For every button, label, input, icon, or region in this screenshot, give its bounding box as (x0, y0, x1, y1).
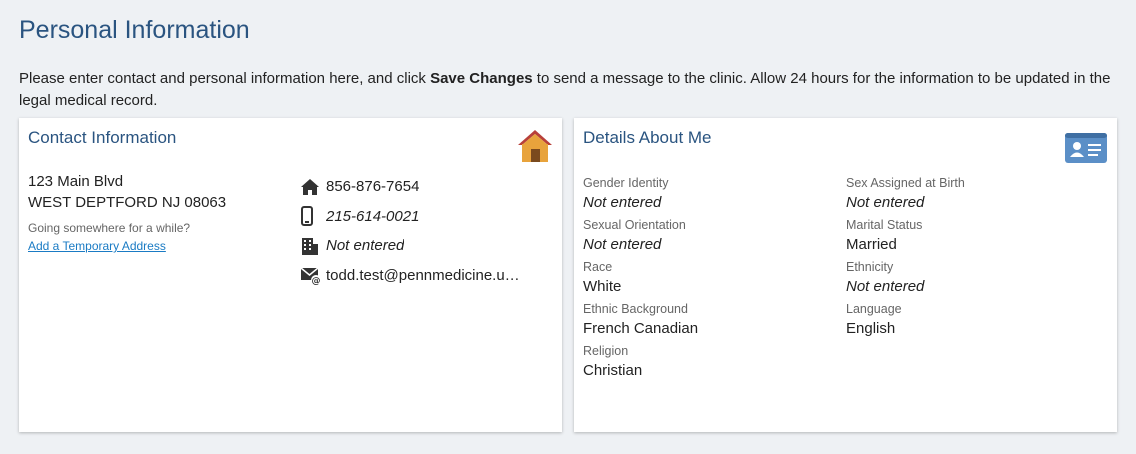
work-phone-icon (300, 235, 322, 257)
gender-identity-label: Gender Identity (583, 176, 669, 190)
contact-information-card[interactable]: Contact Information 123 Main Blvd WEST D… (19, 118, 562, 432)
email-row[interactable]: @ todd.test@pennmedicine.u… (300, 261, 560, 291)
ethnic-background-value: French Canadian (583, 320, 699, 337)
language-value: English (846, 320, 896, 337)
religion-field: Religion Christian (583, 342, 833, 382)
mobile-phone-row[interactable]: 215-614-0021 (300, 202, 560, 232)
details-card-title: Details About Me (583, 128, 712, 147)
home-address: 123 Main Blvd WEST DEPTFORD NJ 08063 (28, 171, 226, 213)
ethnicity-value: Not entered (846, 278, 925, 295)
email-icon: @ (300, 264, 322, 286)
sex-assigned-field: Sex Assigned at Birth Not entered (846, 174, 1096, 214)
home-phone-icon (300, 176, 322, 198)
intro-text: Please enter contact and personal inform… (19, 68, 1119, 112)
marital-status-field: Marital Status Married (846, 216, 1096, 256)
language-field: Language English (846, 300, 1096, 340)
details-about-me-card[interactable]: Details About Me Gender Identity Not ent… (574, 118, 1117, 432)
intro-before: Please enter contact and personal inform… (19, 70, 431, 87)
intro-save-changes: Save Changes (430, 70, 533, 87)
race-label: Race (583, 260, 613, 274)
ethnic-background-field: Ethnic Background French Canadian (583, 300, 833, 340)
mobile-phone-value: 215-614-0021 (326, 207, 420, 225)
ethnicity-field: Ethnicity Not entered (846, 258, 1096, 298)
home-phone-value: 856-876-7654 (326, 178, 420, 196)
house-icon (516, 128, 554, 164)
home-phone-row[interactable]: 856-876-7654 (300, 172, 560, 202)
add-temporary-address-link[interactable]: Add a Temporary Address (28, 239, 166, 253)
marital-status-value: Married (846, 236, 897, 253)
sexual-orientation-field: Sexual Orientation Not entered (583, 216, 833, 256)
work-phone-row[interactable]: Not entered (300, 231, 560, 261)
marital-status-label: Marital Status (846, 218, 923, 232)
address-line-1: 123 Main Blvd (28, 173, 124, 190)
page-title: Personal Information (19, 16, 250, 44)
address-line-2: WEST DEPTFORD NJ 08063 (28, 194, 227, 211)
temporary-address-prompt: Going somewhere for a while? (28, 221, 191, 235)
sexual-orientation-value: Not entered (583, 236, 662, 253)
race-value: White (583, 278, 622, 295)
id-card-icon (1065, 133, 1107, 163)
gender-identity-value: Not entered (583, 194, 662, 211)
contact-card-title: Contact Information (28, 128, 177, 147)
language-label: Language (846, 302, 902, 316)
email-value: todd.test@pennmedicine.u… (326, 266, 520, 284)
sexual-orientation-label: Sexual Orientation (583, 218, 686, 232)
sex-assigned-label: Sex Assigned at Birth (846, 176, 965, 190)
religion-value: Christian (583, 362, 643, 379)
work-phone-value: Not entered (326, 237, 405, 255)
ethnic-background-label: Ethnic Background (583, 302, 688, 316)
mobile-phone-icon (300, 205, 322, 227)
gender-identity-field: Gender Identity Not entered (583, 174, 833, 214)
religion-label: Religion (583, 344, 629, 358)
race-field: Race White (583, 258, 833, 298)
ethnicity-label: Ethnicity (846, 260, 894, 274)
contact-methods-list: 856-876-7654 215-614-0021 Not entered @ … (300, 172, 560, 290)
svg-text:@: @ (312, 277, 321, 286)
sex-assigned-value: Not entered (846, 194, 925, 211)
